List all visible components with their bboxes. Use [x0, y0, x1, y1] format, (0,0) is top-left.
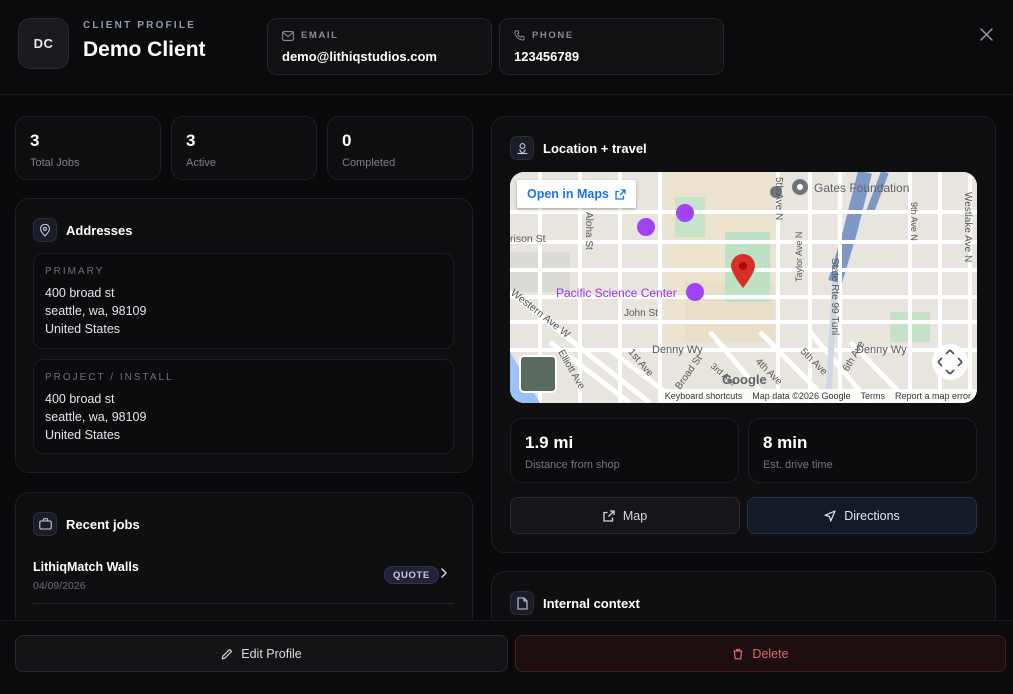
job-row[interactable]: LithiqMatch Walls 04/09/2026 QUOTE: [33, 558, 454, 604]
recent-jobs-title: Recent jobs: [66, 516, 140, 532]
map-label-fifth-n: 5th Ave N: [773, 177, 784, 220]
stat-active: 3 Active: [171, 116, 317, 180]
stat-value: 3: [30, 131, 40, 150]
phone-label: PHONE: [532, 30, 574, 41]
addresses-title: Addresses: [66, 222, 133, 238]
map-data-credit: Map data ©2026 Google: [752, 391, 851, 401]
address-tag: PROJECT / INSTALL: [45, 372, 174, 383]
map-label-ninth-n: 9th Ave N: [909, 202, 919, 241]
addresses-header: Addresses: [33, 218, 132, 242]
address-line: United States: [45, 428, 121, 442]
internal-context-title: Internal context: [543, 595, 640, 611]
map-report-error-link[interactable]: Report a map error: [895, 391, 971, 401]
distance-metric: 1.9 mi Distance from shop: [510, 418, 739, 483]
location-person-icon: [510, 136, 534, 160]
email-value[interactable]: demo@lithiqstudios.com: [282, 49, 477, 64]
address-line: United States: [45, 322, 121, 336]
trash-icon: [733, 648, 743, 659]
open-in-maps-label: Open in Maps: [527, 187, 609, 201]
external-link-icon: [603, 509, 615, 522]
job-title: LithiqMatch Walls: [33, 560, 139, 574]
address-primary: PRIMARY 400 broad st seattle, wa, 98109 …: [33, 253, 454, 349]
open-in-maps-button[interactable]: Open in Maps: [517, 180, 636, 208]
drive-time-metric: 8 min Est. drive time: [748, 418, 977, 483]
navigation-arrow-icon: [824, 509, 836, 522]
profile-eyebrow: CLIENT PROFILE: [83, 20, 197, 31]
phone-card[interactable]: PHONE 123456789: [499, 18, 724, 75]
address-tag: PRIMARY: [45, 266, 105, 277]
directions-button[interactable]: Directions: [747, 497, 977, 534]
distance-value: 1.9 mi: [525, 433, 574, 452]
location-header: Location + travel: [510, 136, 647, 160]
email-card[interactable]: EMAIL demo@lithiqstudios.com: [267, 18, 492, 75]
stat-label: Completed: [342, 157, 396, 169]
delete-label: Delete: [752, 646, 789, 661]
stat-completed: 0 Completed: [327, 116, 473, 180]
email-label: EMAIL: [301, 30, 339, 41]
distance-label: Distance from shop: [525, 459, 620, 471]
location-title: Location + travel: [543, 140, 647, 156]
mail-icon: [282, 30, 294, 41]
client-name: Demo Client: [83, 38, 206, 61]
location-map[interactable]: Gates Foundation Pacific Science Center …: [510, 172, 977, 403]
stat-value: 3: [186, 131, 196, 150]
profile-header: DC CLIENT PROFILE Demo Client EMAIL demo…: [0, 0, 1013, 95]
job-date: 04/09/2026: [33, 580, 86, 592]
address-line: seattle, wa, 98109: [45, 304, 147, 318]
internal-context-header: Internal context: [510, 591, 640, 615]
map-label-taylor: Taylor Ave N: [794, 232, 804, 282]
briefcase-icon: [33, 512, 57, 536]
address-line: seattle, wa, 98109: [45, 410, 147, 424]
phone-icon: [514, 30, 525, 41]
map-label-aloha: Aloha St: [583, 212, 594, 250]
map-keyboard-shortcuts-link[interactable]: Keyboard shortcuts: [665, 391, 743, 401]
address-line: 400 broad st: [45, 392, 115, 406]
directions-button-label: Directions: [844, 508, 900, 523]
stat-total-jobs: 3 Total Jobs: [15, 116, 161, 180]
close-button[interactable]: [975, 23, 997, 45]
client-profile-modal: DC CLIENT PROFILE Demo Client EMAIL demo…: [0, 0, 1013, 694]
stat-value: 0: [342, 131, 352, 150]
avatar: DC: [18, 18, 69, 69]
document-icon: [510, 591, 534, 615]
chevron-right-icon: [441, 568, 447, 578]
stat-label: Total Jobs: [30, 157, 80, 169]
map-label-westlake: Westlake Ave N: [962, 192, 973, 262]
map-label-pacific: Pacific Science Center: [556, 286, 677, 300]
delete-button[interactable]: Delete: [515, 635, 1006, 672]
google-logo: Google: [722, 372, 767, 387]
external-link-icon: [615, 188, 626, 200]
map-button-label: Map: [622, 508, 648, 523]
edit-profile-label: Edit Profile: [241, 646, 302, 661]
recent-jobs-header: Recent jobs: [33, 512, 140, 536]
edit-profile-button[interactable]: Edit Profile: [15, 635, 508, 672]
close-icon: [979, 27, 993, 41]
map-label-harrison: rison St: [510, 233, 546, 245]
job-status-badge: QUOTE: [384, 566, 439, 584]
address-project: PROJECT / INSTALL 400 broad st seattle, …: [33, 359, 454, 454]
map-attribution: Keyboard shortcuts Map data ©2026 Google…: [660, 389, 977, 403]
map-label-state-rte: State Rte 99 Tunl: [829, 258, 840, 335]
map-pin-icon: [33, 218, 57, 242]
pencil-icon: [221, 648, 233, 659]
drive-time-label: Est. drive time: [763, 459, 833, 471]
map-label-john: John St: [624, 308, 658, 319]
stat-label: Active: [186, 157, 216, 169]
map-terms-link[interactable]: Terms: [860, 391, 885, 401]
address-line: 400 broad st: [45, 286, 115, 300]
map-label-gates: Gates Foundation: [814, 181, 909, 195]
map-button[interactable]: Map: [510, 497, 740, 534]
phone-value[interactable]: 123456789: [514, 49, 709, 64]
drive-time-value: 8 min: [763, 433, 808, 452]
